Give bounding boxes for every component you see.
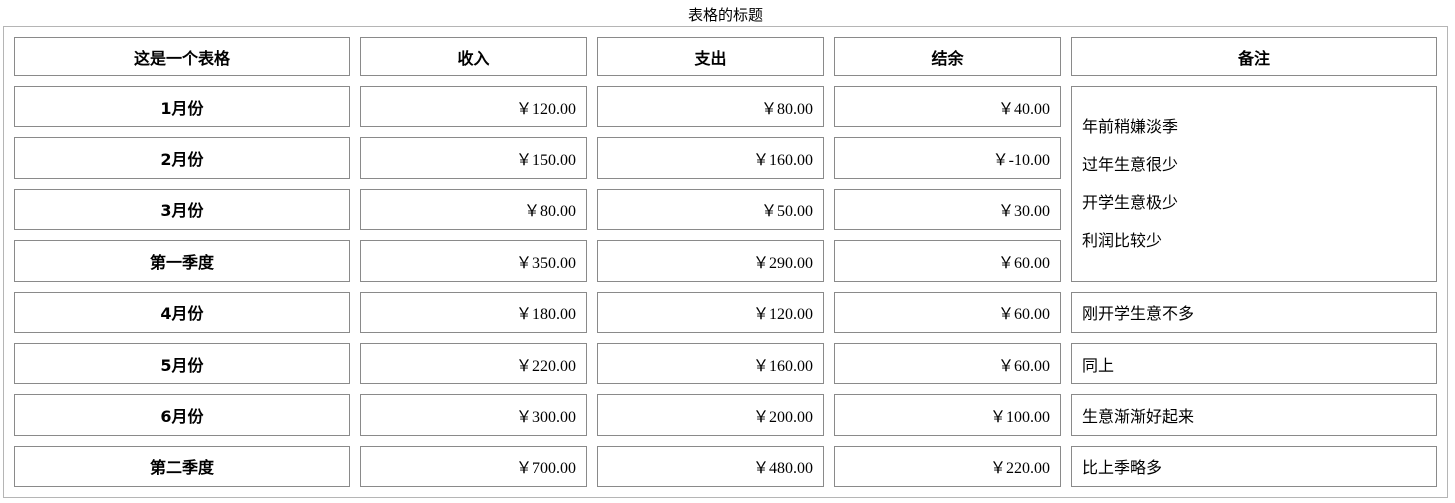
header-cell-expense: 支出 [597,37,824,76]
table-row: 1月份 ￥120.00 ￥80.00 ￥40.00 年前稍嫌淡季 过年生意很少 … [14,86,1437,282]
note-cell: 生意渐渐好起来 [1071,394,1437,436]
income-cell: ￥220.00 [360,342,587,385]
expense-cell: ￥160.00 [597,137,824,179]
header-row: 这是一个表格 收入 支出 结余 备注 [14,37,1437,76]
expense-cell: ￥80.00 [597,86,824,128]
page: 表格的标题 这是一个表格 收入 支出 结余 备注 1月份 ￥120.00 ￥80… [0,0,1455,503]
income-cell: ￥120.00 [360,86,587,128]
note-cell: 刚开学生意不多 [1071,291,1437,333]
expense-cell: ￥50.00 [597,188,824,231]
note-line: 开学生意极少 [1082,192,1179,212]
balance-cell: ￥100.00 [834,394,1061,436]
balance-cell: ￥30.00 [834,188,1061,231]
row-label: 第一季度 [14,240,350,282]
row-label: 2月份 [14,137,350,179]
finance-table: 这是一个表格 收入 支出 结余 备注 1月份 ￥120.00 ￥80.00 ￥4… [3,26,1448,498]
row-label: 4月份 [14,291,350,333]
income-cell: ￥350.00 [360,240,587,282]
balance-cell: ￥-10.00 [834,137,1061,179]
row-label: 1月份 [14,86,350,128]
note-line: 利润比较少 [1082,230,1163,250]
expense-cell: ￥480.00 [597,445,824,487]
balance-cell: ￥60.00 [834,342,1061,385]
expense-cell: ￥200.00 [597,394,824,436]
balance-cell: ￥60.00 [834,291,1061,333]
note-line: 年前稍嫌淡季 [1082,116,1179,136]
income-cell: ￥150.00 [360,137,587,179]
balance-cell: ￥60.00 [834,240,1061,282]
table-caption: 表格的标题 [687,6,763,24]
expense-cell: ￥290.00 [597,240,824,282]
table-row: 第二季度 ￥700.00 ￥480.00 ￥220.00 比上季略多 [14,445,1437,487]
expense-cell: ￥120.00 [597,291,824,333]
header-cell-income: 收入 [360,37,587,76]
balance-cell: ￥220.00 [834,445,1061,487]
note-cell: 同上 [1071,342,1437,385]
header-cell-balance: 结余 [834,37,1061,76]
table-row: 5月份 ￥220.00 ￥160.00 ￥60.00 同上 [14,342,1437,385]
row-label: 3月份 [14,188,350,231]
row-label: 第二季度 [14,445,350,487]
note-line: 过年生意很少 [1082,154,1179,174]
note-cell: 比上季略多 [1071,445,1437,487]
balance-cell: ￥40.00 [834,86,1061,128]
income-cell: ￥180.00 [360,291,587,333]
header-cell-title: 这是一个表格 [14,37,350,76]
table-row: 6月份 ￥300.00 ￥200.00 ￥100.00 生意渐渐好起来 [14,394,1437,436]
expense-cell: ￥160.00 [597,342,824,385]
income-cell: ￥300.00 [360,394,587,436]
income-cell: ￥700.00 [360,445,587,487]
income-cell: ￥80.00 [360,188,587,231]
row-label: 6月份 [14,394,350,436]
header-cell-note: 备注 [1071,37,1437,76]
table-row: 4月份 ￥180.00 ￥120.00 ￥60.00 刚开学生意不多 [14,291,1437,333]
row-label: 5月份 [14,342,350,385]
merged-note-cell: 年前稍嫌淡季 过年生意很少 开学生意极少 利润比较少 [1071,86,1437,282]
